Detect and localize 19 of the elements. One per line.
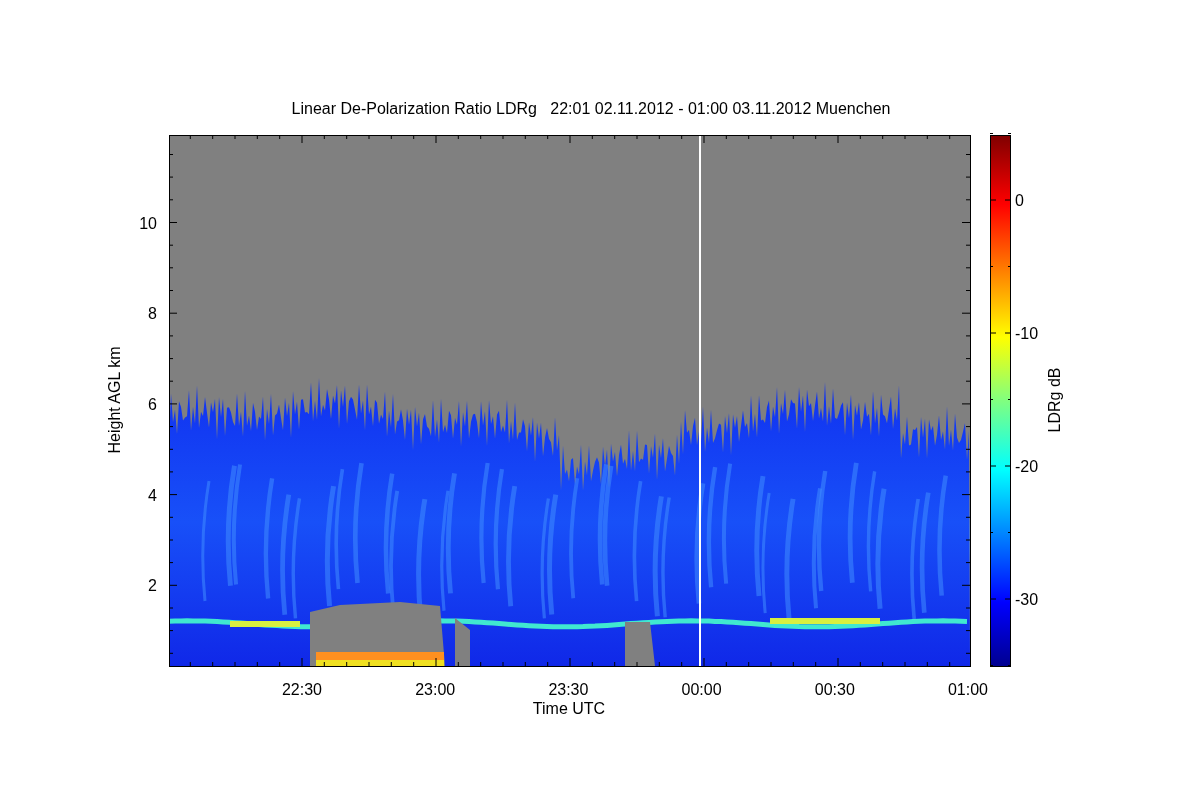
y-tick-label: 4 (148, 486, 157, 504)
colorbar-tick-label: -20 (1015, 458, 1039, 475)
x-tick-label: 23:00 (415, 681, 456, 698)
colorbar-tick-label: -10 (1015, 325, 1039, 342)
x-axis-label: Time UTC (532, 700, 606, 717)
x-tick-label: 23:30 (548, 681, 589, 698)
x-tick-label: 00:30 (814, 681, 855, 698)
x-tick-label: 22:30 (282, 681, 322, 698)
y-tick-label: 2 (148, 577, 157, 595)
y-tick-label: 6 (148, 395, 157, 413)
x-tick-label: 00:00 (681, 681, 722, 698)
y-axis-label: Height AGL km (106, 346, 123, 454)
y-tick-label: 8 (148, 305, 157, 323)
y-tick-label: 10 (139, 214, 157, 232)
x-tick-label: 01:00 (948, 681, 988, 698)
chart-title: Linear De-Polarization Ratio LDRg 22:01 02.11.2012 - 01:00 03.11.2012 Muenchen (291, 100, 891, 117)
colorbar-tick-label: 0 (1015, 192, 1024, 209)
colorbar-label: LDRg dB (1046, 367, 1063, 433)
colorbar-tick-label: -30 (1015, 591, 1039, 608)
